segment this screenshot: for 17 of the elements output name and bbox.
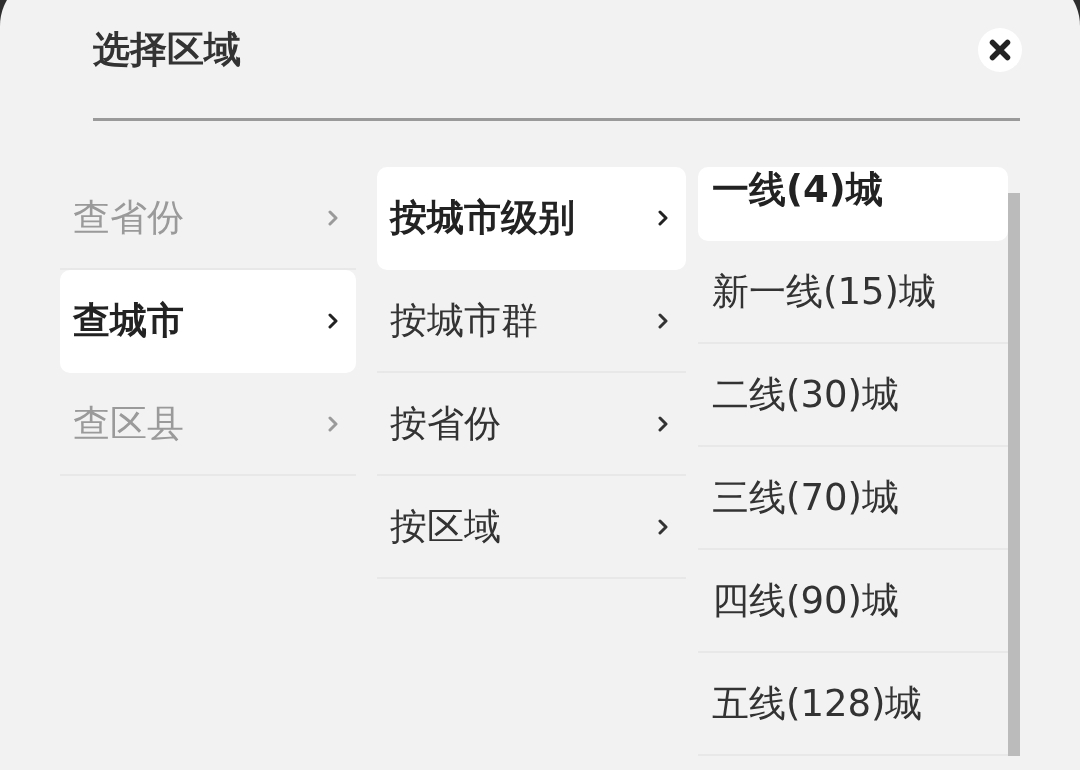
chevron-icon (658, 518, 668, 535)
scrollbar-thumb[interactable] (1008, 193, 1020, 756)
option-item[interactable]: 一线(4)城 (698, 167, 1008, 241)
menu-item[interactable]: 查城市 (60, 270, 356, 373)
chevron-icon (658, 312, 668, 329)
close-button[interactable] (978, 28, 1022, 72)
sheet-title: 选择区域 (93, 28, 242, 72)
chevron-icon (658, 209, 668, 226)
chevron-icon (328, 209, 338, 226)
chevron-icon (328, 415, 338, 432)
menu-item[interactable]: 按省份 (377, 373, 686, 476)
menu-item[interactable]: 按区域 (377, 476, 686, 579)
menu-item[interactable]: 按城市级别 (377, 167, 686, 270)
chevron-icon (658, 415, 668, 432)
chevron-icon (328, 312, 338, 329)
menu-item[interactable]: 按城市群 (377, 270, 686, 373)
close-icon (989, 39, 1011, 61)
